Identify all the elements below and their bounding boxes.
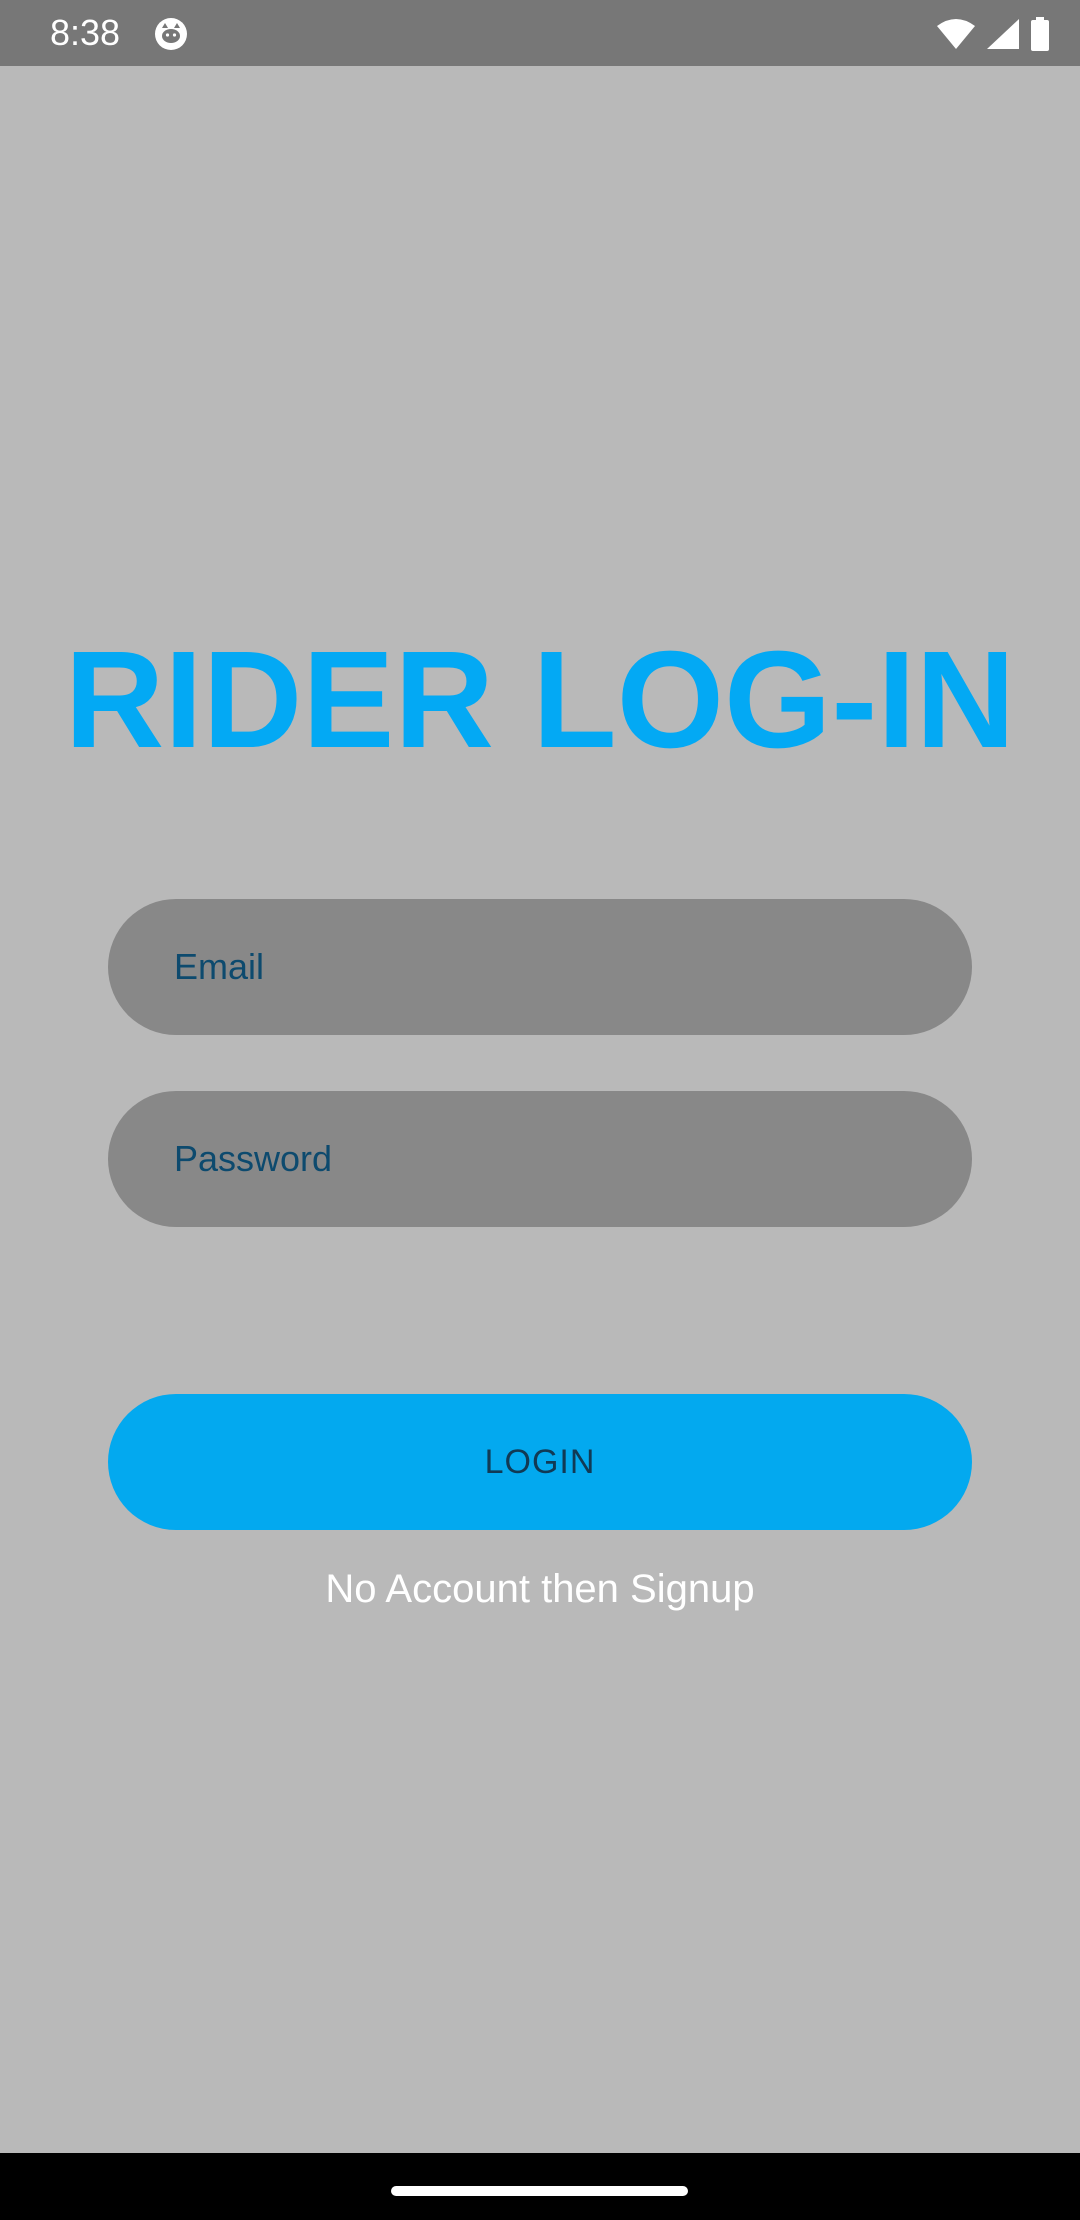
signup-link[interactable]: No Account then Signup xyxy=(0,1563,1080,1615)
home-handle[interactable] xyxy=(391,2186,688,2196)
cat-notification-icon xyxy=(153,16,189,52)
password-placeholder: Password xyxy=(174,1138,333,1179)
password-field[interactable]: Password xyxy=(108,1091,972,1227)
login-button[interactable]: LOGIN xyxy=(108,1394,972,1530)
page-title: RIDER LOG-IN xyxy=(64,623,1016,777)
cell-signal-icon xyxy=(986,18,1020,50)
email-field[interactable]: Email xyxy=(108,899,972,1035)
status-time: 8:38 xyxy=(50,12,121,53)
navigation-bar xyxy=(0,2153,1080,2220)
battery-icon xyxy=(1030,17,1050,51)
login-screen: 8:38 RIDER LOG-IN Email Password LOGIN N… xyxy=(0,0,1080,2220)
wifi-icon xyxy=(936,18,976,50)
status-bar: 8:38 xyxy=(0,0,1080,66)
email-placeholder: Email xyxy=(174,946,265,987)
status-icons xyxy=(936,14,1050,54)
